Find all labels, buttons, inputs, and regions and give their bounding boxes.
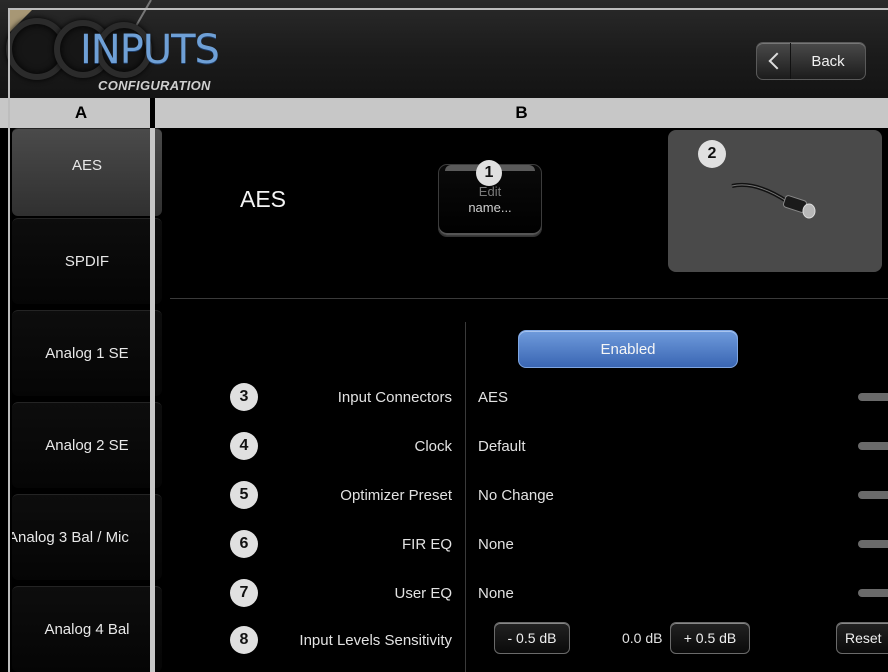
sidebar-item-label: Analog 4 Bal — [44, 621, 130, 638]
section-divider — [170, 298, 888, 299]
input-sidebar: AES SPDIF Analog 1 SE Analog 2 SE Analog… — [10, 128, 164, 672]
setting-value-fir-eq[interactable]: None — [478, 536, 514, 553]
sidebar-item-spdif[interactable]: SPDIF — [12, 218, 162, 304]
setting-dropdown-handle[interactable] — [858, 393, 888, 401]
sidebar-item-label: SPDIF — [64, 253, 110, 270]
setting-dropdown-handle[interactable] — [858, 491, 888, 499]
reset-level-button[interactable]: Reset — [836, 622, 888, 654]
setting-value-optimizer-preset[interactable]: No Change — [478, 487, 554, 504]
edit-name-label-line1: Edit — [478, 184, 502, 199]
callout-badge-1: 1 — [476, 160, 502, 186]
column-label-a: A — [74, 103, 88, 122]
xlr-cable-icon — [731, 183, 816, 219]
increase-level-button[interactable]: + 0.5 dB — [670, 622, 750, 654]
setting-value-input-connectors[interactable]: AES — [478, 389, 508, 406]
sidebar-item-analog-3-bal-mic[interactable]: Analog 3 Bal / Mic — [12, 494, 162, 580]
callout-badge-6: 6 — [230, 530, 258, 558]
decrease-level-button[interactable]: - 0.5 dB — [494, 622, 570, 654]
column-label-b: B — [515, 103, 528, 122]
input-name-heading: AES — [240, 186, 287, 212]
callout-badge-4: 4 — [230, 432, 258, 460]
setting-label-user-eq: User EQ — [394, 585, 452, 602]
sidebar-item-analog-2-se[interactable]: Analog 2 SE — [12, 402, 162, 488]
setting-label-input-connectors: Input Connectors — [337, 389, 452, 406]
edit-name-label-line2: name... — [468, 200, 512, 215]
sidebar-divider — [150, 128, 155, 672]
page-subtitle: CONFIGURATION — [98, 78, 211, 93]
page-title: INPUTS — [80, 27, 220, 73]
setting-value-user-eq[interactable]: None — [478, 585, 514, 602]
setting-label-fir-eq: FIR EQ — [401, 536, 452, 553]
setting-label-clock: Clock — [414, 438, 452, 455]
callout-badge-8: 8 — [230, 626, 258, 654]
sidebar-item-label: Analog 1 SE — [45, 345, 129, 362]
sidebar-item-label: Analog 3 Bal / Mic — [12, 529, 129, 546]
chevron-left-icon — [757, 43, 791, 79]
callout-badge-2: 2 — [698, 140, 726, 168]
callout-badge-7: 7 — [230, 579, 258, 607]
callout-badge-3: 3 — [230, 383, 258, 411]
sidebar-item-analog-4-bal[interactable]: Analog 4 Bal — [12, 586, 162, 672]
back-button[interactable]: Back — [756, 42, 866, 80]
sidebar-item-label: AES — [71, 157, 102, 174]
back-button-label: Back — [811, 52, 845, 70]
setting-value-clock[interactable]: Default — [478, 438, 526, 455]
enabled-toggle-button[interactable]: Enabled — [518, 330, 738, 368]
header-bar: INPUTS CONFIGURATION Back — [0, 0, 888, 98]
setting-dropdown-handle[interactable] — [858, 442, 888, 450]
setting-dropdown-handle[interactable] — [858, 540, 888, 548]
sidebar-item-analog-1-se[interactable]: Analog 1 SE — [12, 310, 162, 396]
setting-label-input-levels: Input Levels Sensitivity — [299, 632, 452, 649]
column-divider — [465, 322, 466, 672]
sidebar-item-aes[interactable]: AES — [12, 128, 162, 216]
sidebar-item-label: Analog 2 SE — [45, 437, 129, 454]
input-level-value: 0.0 dB — [622, 630, 663, 646]
callout-badge-5: 5 — [230, 481, 258, 509]
setting-dropdown-handle[interactable] — [858, 589, 888, 597]
setting-label-optimizer-preset: Optimizer Preset — [340, 487, 452, 504]
